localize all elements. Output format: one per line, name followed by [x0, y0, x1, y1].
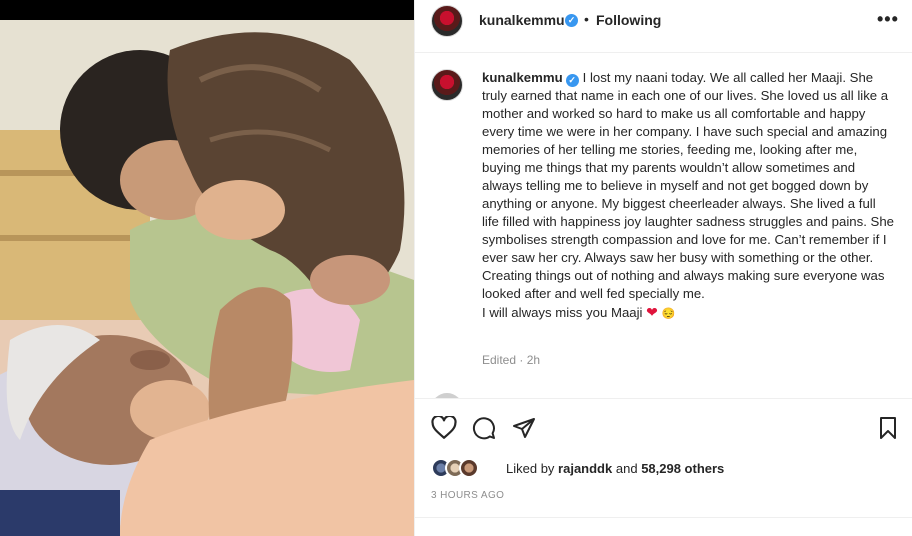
- action-section: Liked by rajanddk and 58,298 others 3 HO…: [415, 398, 912, 536]
- caption-verified-badge-icon: ✓: [565, 74, 579, 87]
- share-icon[interactable]: [512, 416, 536, 440]
- caption-username[interactable]: kunalkemmu: [482, 70, 563, 85]
- caption-last-line: I will always miss you Maaji: [482, 305, 643, 320]
- heart-icon[interactable]: [431, 416, 457, 440]
- edited-timestamp[interactable]: Edited · 2h: [482, 353, 540, 367]
- red-heart-emoji: ❤: [646, 304, 658, 320]
- post-timestamp[interactable]: 3 HOURS AGO: [431, 490, 504, 501]
- caption-avatar[interactable]: [431, 69, 463, 101]
- likes-count[interactable]: 58,298 others: [641, 461, 724, 476]
- bookmark-icon[interactable]: [877, 416, 899, 440]
- add-comment-bar[interactable]: [415, 517, 912, 536]
- author-username[interactable]: kunalkemmu: [479, 12, 565, 28]
- header-separator: •: [584, 11, 589, 27]
- post-header: kunalkemmu ✓ • Following •••: [415, 0, 912, 53]
- likes-row: Liked by rajanddk and 58,298 others: [431, 457, 911, 479]
- verified-badge-icon: ✓: [565, 14, 578, 27]
- caption-text: kunalkemmu ✓ I lost my naani today. We all…: [482, 69, 894, 323]
- more-options-icon[interactable]: •••: [877, 9, 899, 30]
- pensive-face-emoji: 😔: [661, 308, 676, 320]
- caption-body-text: I lost my naani today. We all called her…: [482, 70, 894, 301]
- post-photo[interactable]: [0, 0, 414, 536]
- likes-summary: Liked by rajanddk and 58,298 others: [506, 461, 724, 476]
- likes-conj: and: [615, 461, 638, 476]
- likes-prefix: Liked by: [506, 461, 555, 476]
- following-button[interactable]: Following: [596, 12, 661, 28]
- liker-avatar[interactable]: [459, 458, 479, 478]
- liker-username[interactable]: rajanddk: [558, 461, 612, 476]
- comment-icon[interactable]: [472, 416, 496, 440]
- family-photo-illustration: [0, 20, 414, 536]
- author-avatar[interactable]: [431, 5, 463, 37]
- photo-top-bar: [0, 0, 414, 20]
- caption-section: kunalkemmu ✓ I lost my naani today. We all…: [415, 53, 912, 398]
- post-sidebar: kunalkemmu ✓ • Following ••• kunalkemmu ✓…: [414, 0, 912, 536]
